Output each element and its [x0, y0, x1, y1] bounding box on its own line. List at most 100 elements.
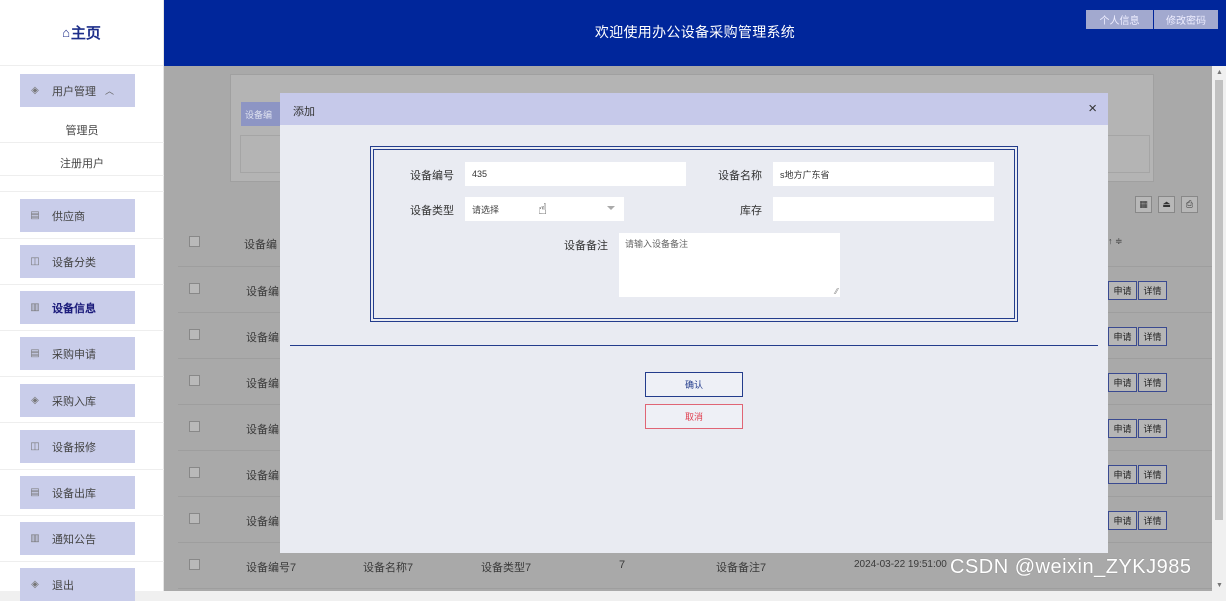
divider — [0, 376, 164, 377]
table-cell-remark: 设备备注7 — [716, 562, 767, 574]
close-icon[interactable]: × — [1088, 100, 1097, 117]
change-password-button[interactable]: 修改密码 — [1154, 10, 1218, 29]
sidebar-item-purchase-storage[interactable]: ◈ 采购入库 — [20, 384, 135, 417]
detail-button[interactable]: 详情 — [1138, 511, 1167, 530]
table-cell: 设备编 — [246, 332, 279, 344]
table-cell-type: 设备类型7 — [481, 562, 532, 574]
profile-button[interactable]: 个人信息 — [1086, 10, 1153, 29]
divider — [290, 345, 1098, 346]
stock-input[interactable] — [773, 197, 994, 221]
list-icon: ▤ — [30, 486, 40, 498]
remark-placeholder: 请输入设备备注 — [625, 239, 689, 249]
row-checkbox[interactable] — [189, 329, 200, 340]
sidebar-item-purchase-request[interactable]: ▤ 采购申请 — [20, 337, 135, 370]
apply-button[interactable]: 申请 — [1108, 281, 1137, 300]
detail-button[interactable]: 详情 — [1138, 373, 1167, 392]
detail-button[interactable]: 详情 — [1138, 327, 1167, 346]
sidebar-item-supplier[interactable]: ▤ 供应商 — [20, 199, 135, 232]
divider — [0, 142, 164, 143]
row-checkbox[interactable] — [189, 559, 200, 570]
layers-icon: ◈ — [31, 578, 39, 590]
table-cell: 设备编 — [246, 516, 279, 528]
table-cell-time: 2024-03-22 19:51:00 — [854, 559, 947, 570]
apply-button[interactable]: 申请 — [1108, 419, 1137, 438]
sidebar-item-device-repair[interactable]: ◫ 设备报修 — [20, 430, 135, 463]
sidebar-item-device-outbound[interactable]: ▤ 设备出库 — [20, 476, 135, 509]
export-icon[interactable]: ⏏ — [1158, 196, 1175, 213]
device-code-input[interactable]: 435 — [465, 162, 686, 186]
detail-button[interactable]: 详情 — [1138, 419, 1167, 438]
sidebar-item-label: 采购申请 — [52, 348, 96, 361]
list-icon: ▤ — [30, 209, 40, 221]
apply-button[interactable]: 申请 — [1108, 327, 1137, 346]
sidebar-item-user-management[interactable]: ◈ 用户管理 ︿ — [20, 74, 135, 107]
table-cell: 设备编 — [246, 470, 279, 482]
divider — [0, 238, 164, 239]
remark-label: 设备备注 — [564, 240, 608, 252]
detail-button[interactable]: 详情 — [1138, 465, 1167, 484]
sidebar-subitem-admin[interactable]: 管理员 — [0, 122, 164, 138]
sidebar-item-label: 用户管理 — [52, 85, 96, 98]
device-type-label: 设备类型 — [410, 205, 454, 217]
sidebar-item-device-category[interactable]: ◫ 设备分类 — [20, 245, 135, 278]
table-cell: 设备编 — [246, 286, 279, 298]
list-icon: ▤ — [30, 347, 40, 359]
apply-button[interactable]: 申请 — [1108, 511, 1137, 530]
page-title: 欢迎使用办公设备采购管理系统 — [594, 24, 796, 40]
divider — [0, 561, 164, 562]
apply-button[interactable]: 申请 — [1108, 465, 1137, 484]
sidebar-item-label: 设备信息 — [52, 302, 96, 315]
sidebar-item-notice[interactable]: ▥ 通知公告 — [20, 522, 135, 555]
scrollbar-thumb[interactable] — [1215, 80, 1223, 520]
select-all-checkbox[interactable] — [189, 236, 200, 247]
sort-icon[interactable]: ↑ ≑ — [1108, 236, 1123, 247]
confirm-button[interactable]: 确认 — [645, 372, 743, 397]
page-scrollbar[interactable]: ▲ ▼ — [1212, 66, 1226, 591]
apply-button[interactable]: 申请 — [1108, 373, 1137, 392]
detail-button[interactable]: 详情 — [1138, 281, 1167, 300]
search-button[interactable]: 设备编 — [241, 102, 281, 126]
grid-icon[interactable]: ▦ — [1135, 196, 1152, 213]
row-checkbox[interactable] — [189, 421, 200, 432]
divider — [0, 175, 164, 176]
clipboard-icon: ◫ — [30, 255, 40, 267]
row-checkbox[interactable] — [189, 375, 200, 386]
sidebar-subitem-label: 管理员 — [65, 125, 99, 137]
print-icon[interactable]: ⎙ — [1181, 196, 1198, 213]
table-cell-stock: 7 — [619, 559, 626, 571]
row-checkbox[interactable] — [189, 513, 200, 524]
form-frame: 设备编号 435 设备名称 s地方广东省 设备类型 请选择 库存 设备备注 请输… — [370, 146, 1018, 322]
device-code-label: 设备编号 — [410, 170, 454, 182]
sidebar-item-label: 采购入库 — [52, 395, 96, 408]
divider — [0, 469, 164, 470]
document-icon: ▥ — [30, 532, 40, 544]
home-link[interactable]: ⌂ 主页 — [0, 0, 163, 66]
table-cell-name: 设备名称7 — [363, 562, 414, 574]
sidebar-item-logout[interactable]: ◈ 退出 — [20, 568, 135, 601]
sidebar-subitem-label: 注册用户 — [60, 158, 104, 170]
divider — [0, 330, 164, 331]
table-cell-code: 设备编号7 — [246, 562, 297, 574]
layers-icon: ◈ — [31, 84, 39, 96]
sidebar-item-label: 设备出库 — [52, 487, 96, 500]
chevron-down-icon — [607, 206, 615, 210]
device-name-label: 设备名称 — [718, 170, 762, 182]
resize-grip-icon[interactable]: ⁄⁄ — [835, 287, 838, 296]
row-checkbox[interactable] — [189, 283, 200, 294]
document-icon: ▥ — [30, 301, 40, 313]
divider — [0, 284, 164, 285]
row-checkbox[interactable] — [189, 467, 200, 478]
hand-cursor-icon: ☝ — [538, 201, 548, 218]
layers-icon: ◈ — [31, 394, 39, 406]
table-cell: 设备编 — [246, 378, 279, 390]
remark-textarea[interactable]: 请输入设备备注 ⁄⁄ — [619, 233, 840, 297]
cancel-button[interactable]: 取消 — [645, 404, 743, 429]
watermark: CSDN @weixin_ZYKJ985 — [950, 556, 1192, 578]
scroll-down-icon[interactable]: ▼ — [1216, 582, 1223, 589]
chevron-up-icon: ︿ — [105, 86, 115, 96]
sidebar-item-label: 退出 — [52, 579, 74, 592]
sidebar-subitem-registered-user[interactable]: 注册用户 — [0, 155, 164, 171]
device-name-input[interactable]: s地方广东省 — [773, 162, 994, 186]
scroll-up-icon[interactable]: ▲ — [1216, 69, 1223, 76]
sidebar-item-device-info[interactable]: ▥ 设备信息 — [20, 291, 135, 324]
